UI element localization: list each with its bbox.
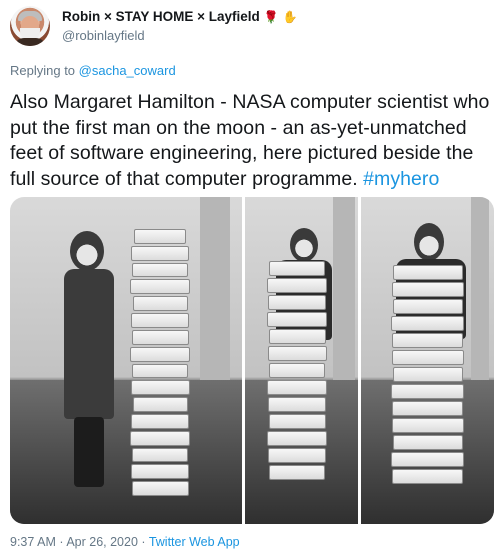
photo-hamilton-behind-stack[interactable] <box>245 197 358 524</box>
listing-volume <box>269 363 325 378</box>
listing-volume <box>267 380 327 395</box>
footer-separator: · <box>59 535 64 549</box>
listing-volume <box>132 397 188 412</box>
listing-volume <box>131 413 189 429</box>
listing-volume <box>267 431 327 446</box>
listing-volume <box>134 229 186 244</box>
listing-volume <box>131 481 189 496</box>
listing-volume <box>268 448 326 463</box>
listing-volume <box>391 282 464 297</box>
media-grid <box>10 197 494 524</box>
listing-volume <box>267 312 327 327</box>
listing-volume <box>131 464 189 480</box>
person-legs <box>74 417 104 487</box>
avatar-shirt <box>14 38 46 46</box>
listing-volume <box>267 346 327 361</box>
listing-volume <box>132 262 188 278</box>
listing-volume <box>131 245 189 261</box>
tweet-source-link[interactable]: Twitter Web App <box>149 535 240 549</box>
wall-panel <box>200 197 230 387</box>
listing-volume <box>392 367 463 382</box>
tweet-text: Also Margaret Hamilton - NASA computer s… <box>10 90 495 192</box>
listing-volume <box>130 430 190 446</box>
replying-to-label: Replying to <box>10 63 76 78</box>
listing-volume <box>130 380 190 396</box>
listing-volume <box>130 346 190 362</box>
listing-volume <box>132 447 188 463</box>
listing-volume <box>132 296 188 312</box>
listing-volume <box>391 384 464 399</box>
listing-volume <box>268 329 326 344</box>
code-stack <box>130 227 190 496</box>
tweet-timestamp[interactable]: 9:37 AM <box>10 535 56 549</box>
listing-volume <box>269 465 325 480</box>
listing-volume <box>392 299 463 314</box>
person-head <box>290 228 318 262</box>
listing-volume <box>269 261 325 276</box>
rose-icon: 🌹 <box>263 9 279 24</box>
listing-volume <box>392 469 463 484</box>
listing-volume <box>392 333 463 348</box>
listing-volume <box>392 401 463 416</box>
listing-volume <box>391 418 464 433</box>
listing-volume <box>268 414 326 429</box>
person-head <box>414 223 444 261</box>
listing-volume <box>267 278 327 293</box>
photo-hamilton-standing[interactable] <box>10 197 242 524</box>
tweet-footer: 9:37 AM · Apr 26, 2020 · Twitter Web App <box>10 535 240 549</box>
listing-volume <box>131 329 189 345</box>
listing-volume <box>391 316 464 331</box>
raised-hand-icon: ✋ <box>282 9 298 24</box>
person-figure <box>50 217 130 517</box>
listing-volume <box>130 279 190 295</box>
author-handle[interactable]: @robinlayfield <box>62 28 145 43</box>
listing-volume <box>391 452 464 467</box>
person-head <box>70 231 104 271</box>
listing-volume <box>132 363 188 379</box>
listing-volume <box>268 397 326 412</box>
listing-volume <box>131 313 189 328</box>
footer-separator: · <box>141 535 146 549</box>
hashtag-link[interactable]: #myhero <box>363 168 439 190</box>
reply-mention-link[interactable]: @sacha_coward <box>79 63 176 78</box>
photo-hamilton-holding-stack[interactable] <box>361 197 494 524</box>
author-name-row[interactable]: Robin × STAY HOME × Layfield 🌹 ✋ <box>62 9 298 24</box>
code-stack <box>391 263 464 496</box>
listing-volume <box>268 295 326 310</box>
listing-volume <box>392 435 463 450</box>
avatar[interactable] <box>10 6 50 46</box>
person-dress <box>64 269 114 419</box>
replying-to: Replying to @sacha_coward <box>10 63 176 78</box>
listing-volume <box>391 350 464 365</box>
code-stack <box>267 259 327 496</box>
display-name[interactable]: Robin × STAY HOME × Layfield <box>62 9 260 24</box>
listing-volume <box>392 265 463 280</box>
tweet-header: Robin × STAY HOME × Layfield 🌹 ✋ @robinl… <box>10 6 490 50</box>
tweet-date[interactable]: Apr 26, 2020 <box>66 535 138 549</box>
